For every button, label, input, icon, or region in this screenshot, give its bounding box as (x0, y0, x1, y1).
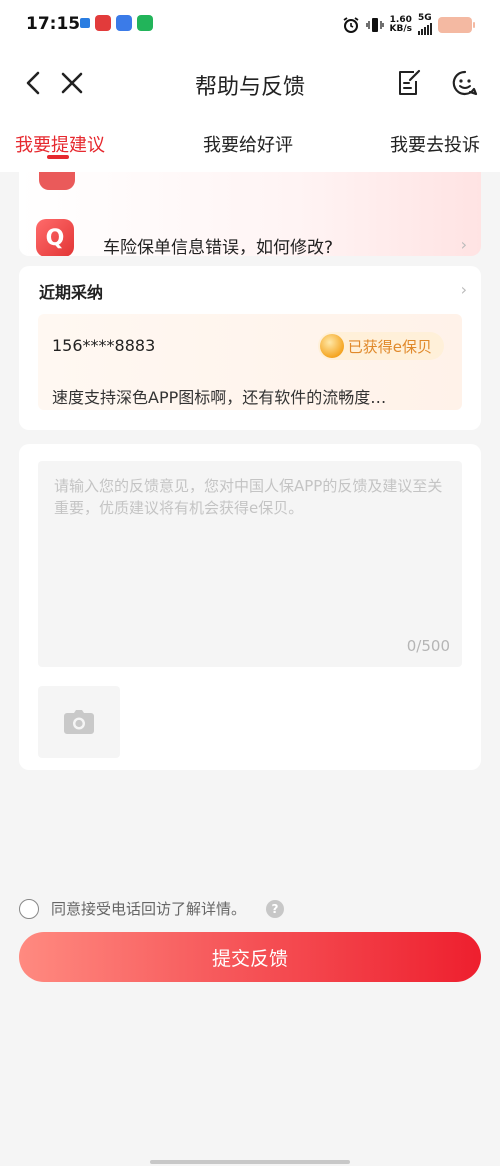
edit-note-icon (399, 69, 421, 95)
home-indicator[interactable] (150, 1160, 350, 1164)
status-time: 17:15 (26, 14, 81, 34)
edit-button[interactable] (393, 67, 425, 99)
recent-adopted-card: 近期采纳 › 156****8883 已获得e保贝 速度支持深色APP图标啊，还… (19, 266, 481, 430)
chevron-right-icon: › (460, 235, 467, 254)
feedback-tabs: 我要提建议 我要给好评 我要去投诉 (0, 114, 500, 172)
net-speed-unit: KB/s (389, 23, 412, 34)
notification-icons (80, 15, 153, 31)
feedback-input-area: 0/500 (38, 461, 462, 667)
recent-adopted-more[interactable]: › (461, 280, 467, 299)
customer-service-icon (452, 70, 478, 96)
question-q-icon: Q (36, 219, 74, 256)
app-notification-icon (116, 15, 132, 31)
app-notification-icon (137, 15, 153, 31)
submit-button[interactable]: 提交反馈 (19, 932, 481, 982)
net-speed: 1.60 KB/s (389, 15, 412, 34)
faq-list: Q 车险保单信息错误，如何修改? › (19, 172, 481, 256)
tab-suggestion[interactable]: 我要提建议 (15, 131, 105, 157)
recent-adopted-title: 近期采纳 (39, 283, 104, 302)
status-indicators: 1.60 KB/s 5G (342, 14, 475, 35)
alarm-icon (343, 16, 359, 33)
faq-question: 车险保单信息错误，如何修改? (103, 238, 334, 256)
cell-signal: 5G (418, 14, 432, 35)
reward-badge-label: 已获得e保贝 (347, 337, 432, 356)
active-tab-indicator (47, 155, 69, 159)
adopted-user-phone: 156****8883 (52, 336, 156, 355)
battery-icon (438, 16, 475, 33)
add-photo-button[interactable] (38, 686, 120, 758)
nav-bar: 帮助与反馈 (0, 52, 500, 114)
status-bar: 17:15 1.60 KB/s 5G (0, 0, 500, 52)
callback-agreement: 同意接受电话回访了解详情。 ? (19, 898, 285, 919)
page-title: 帮助与反馈 (194, 75, 305, 100)
app-notification-icon (95, 15, 111, 31)
question-mark-icon[interactable]: ? (266, 899, 285, 918)
network-type: 5G (418, 13, 432, 23)
coin-icon (319, 334, 344, 358)
agreement-label: 同意接受电话回访了解详情。 (51, 900, 247, 918)
camera-icon (64, 710, 94, 734)
vibrate-icon (365, 17, 384, 32)
char-counter: 0/500 (406, 637, 450, 655)
faq-q-icon-partial (39, 172, 75, 190)
customer-service-button[interactable] (449, 67, 481, 99)
signal-icon (418, 23, 432, 35)
tab-complaint[interactable]: 我要去投诉 (390, 131, 480, 157)
adopted-item[interactable]: 156****8883 已获得e保贝 速度支持深色APP图标啊，还有软件的流畅度… (38, 314, 462, 410)
feedback-textarea[interactable] (38, 461, 462, 667)
agreement-radio[interactable] (19, 898, 39, 919)
feedback-input-card: 0/500 (19, 444, 481, 770)
app-notification-icon (80, 18, 90, 28)
tab-good-review[interactable]: 我要给好评 (203, 131, 293, 157)
reward-badge: 已获得e保贝 (317, 332, 444, 360)
adopted-description: 速度支持深色APP图标啊，还有软件的流畅度… (52, 388, 387, 407)
